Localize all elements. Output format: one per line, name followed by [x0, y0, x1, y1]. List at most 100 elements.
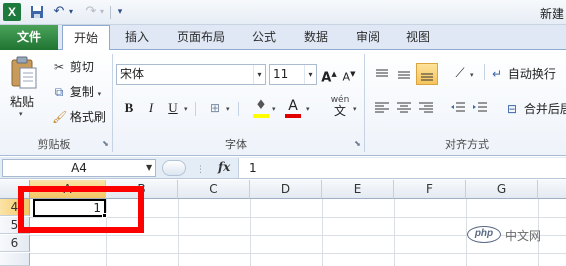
- tab-data[interactable]: 数据: [298, 25, 334, 50]
- orientation-icon[interactable]: ⟋: [450, 64, 470, 84]
- column-header-h[interactable]: [538, 180, 566, 199]
- title-bar: X ↶ ▾ ↷ ▾ ▾ 新建: [0, 0, 566, 25]
- increase-indent-button[interactable]: [470, 98, 490, 118]
- merge-center-button[interactable]: ⊟ 合并后居: [504, 100, 566, 117]
- font-launcher-icon[interactable]: ⬊: [353, 139, 362, 148]
- fill-color-swatch: [253, 114, 269, 118]
- gridline: [178, 199, 179, 266]
- ribbon-tab-row: 文件 开始 插入 页面布局 公式 数据 审阅 视图: [0, 25, 566, 51]
- align-center-button[interactable]: [394, 98, 414, 118]
- underline-dropdown-icon[interactable]: ▾: [184, 105, 188, 113]
- phonetic-guide-button[interactable]: wén 文: [328, 96, 352, 120]
- watermark-text: 中文网: [505, 229, 542, 243]
- underline-button[interactable]: U: [164, 98, 182, 118]
- font-color-swatch: [285, 114, 301, 118]
- gridline: [30, 253, 566, 254]
- grow-font-icon: A: [321, 70, 332, 86]
- ribbon-home: 粘贴 ▾ ✂ 剪切 ⧉ 复制 ▾ 🖌 格式刷 剪贴板 ⬊ 宋体 ▾ 11 ▾ A…: [0, 50, 566, 156]
- formula-bar: A4 ▼ ⋮ fx 1: [0, 157, 566, 179]
- tab-home[interactable]: 开始: [62, 25, 110, 51]
- bold-button[interactable]: B: [120, 98, 138, 118]
- chevron-down-icon[interactable]: ▾: [253, 65, 265, 84]
- paste-button[interactable]: [8, 56, 38, 92]
- font-color-icon: A: [288, 98, 298, 114]
- fill-color-button[interactable]: ♦: [252, 98, 270, 118]
- shrink-font-button[interactable]: A▼: [340, 64, 358, 84]
- align-left-button[interactable]: [372, 98, 392, 118]
- alignment-group-label: 对齐方式: [445, 138, 489, 151]
- font-name-select[interactable]: 宋体 ▾: [116, 64, 266, 85]
- redo-dropdown-icon[interactable]: ▾: [97, 3, 107, 21]
- window-title: 新建: [539, 7, 564, 21]
- column-header-d[interactable]: D: [250, 180, 322, 199]
- copy-label: 复制: [69, 85, 94, 99]
- format-painter-label: 格式刷: [69, 110, 106, 124]
- tab-view[interactable]: 视图: [400, 25, 436, 50]
- merge-cells-icon: ⊟: [506, 102, 518, 116]
- column-header-c[interactable]: C: [178, 180, 250, 199]
- align-middle-button[interactable]: [394, 64, 414, 84]
- tab-insert[interactable]: 插入: [118, 25, 156, 50]
- row-header-7[interactable]: [0, 253, 30, 266]
- save-icon[interactable]: [28, 3, 46, 21]
- insert-function-icon[interactable]: fx: [218, 160, 230, 174]
- phonetic-dropdown-icon[interactable]: ▾: [353, 105, 357, 113]
- excel-logo-icon: X: [3, 3, 21, 21]
- increase-indent-icon: [473, 102, 487, 112]
- decrease-indent-icon: [451, 102, 465, 112]
- group-separator: [364, 54, 365, 152]
- gridline: [394, 199, 395, 266]
- qat-separator: [110, 6, 111, 19]
- align-right-icon: [419, 102, 433, 113]
- font-size-select[interactable]: 11 ▾: [269, 64, 317, 85]
- fill-color-dropdown-icon[interactable]: ▾: [272, 105, 276, 113]
- grow-font-button[interactable]: A▲: [320, 64, 338, 86]
- tab-formulas[interactable]: 公式: [246, 25, 282, 50]
- customize-qat-icon[interactable]: ▾: [114, 3, 126, 21]
- borders-dropdown-icon[interactable]: ▾: [226, 105, 230, 113]
- align-top-button[interactable]: [372, 64, 392, 84]
- separator: [238, 102, 239, 116]
- tab-review[interactable]: 审阅: [350, 25, 386, 50]
- name-box[interactable]: A4: [2, 159, 156, 177]
- formula-bar-resize-handle[interactable]: [162, 160, 186, 176]
- chevron-down-icon[interactable]: ▾: [304, 65, 316, 84]
- decrease-indent-button[interactable]: [448, 98, 468, 118]
- group-separator: [112, 54, 113, 152]
- format-painter-button[interactable]: 🖌 格式刷: [52, 108, 106, 125]
- separator: [195, 102, 196, 116]
- clipboard-launcher-icon[interactable]: ⬊: [101, 139, 110, 148]
- copy-dropdown-icon[interactable]: ▾: [98, 90, 102, 98]
- column-header-f[interactable]: F: [394, 180, 466, 199]
- wrap-text-icon: ↵: [491, 67, 503, 81]
- undo-dropdown-icon[interactable]: ▾: [66, 3, 76, 21]
- column-header-e[interactable]: E: [322, 180, 394, 199]
- borders-icon[interactable]: ⊞: [206, 98, 224, 118]
- italic-button[interactable]: I: [142, 98, 160, 118]
- separator: [484, 64, 485, 80]
- align-top-icon: [376, 69, 388, 77]
- orientation-dropdown-icon[interactable]: ▾: [470, 71, 474, 79]
- align-middle-icon: [398, 71, 410, 79]
- paste-dropdown-icon[interactable]: ▾: [19, 110, 23, 118]
- align-right-button[interactable]: [416, 98, 436, 118]
- align-bottom-button[interactable]: [416, 63, 438, 85]
- copy-button[interactable]: ⧉ 复制 ▾: [52, 83, 101, 100]
- formula-bar-dots-icon: ⋮: [196, 165, 205, 175]
- font-color-button[interactable]: A: [284, 98, 302, 118]
- row-header-6[interactable]: 6: [0, 235, 30, 252]
- paste-icon: [11, 56, 37, 89]
- formula-input[interactable]: 1: [238, 158, 566, 178]
- paste-label[interactable]: 粘贴: [10, 93, 34, 110]
- column-header-g[interactable]: G: [466, 180, 538, 199]
- font-group-label: 字体: [225, 138, 247, 151]
- tab-file[interactable]: 文件: [0, 25, 58, 50]
- tab-page-layout[interactable]: 页面布局: [170, 25, 232, 50]
- font-color-dropdown-icon[interactable]: ▾: [306, 105, 310, 113]
- format-painter-icon: 🖌: [52, 110, 68, 124]
- cut-button[interactable]: ✂ 剪切: [52, 58, 94, 75]
- name-box-dropdown-icon[interactable]: ▼: [146, 159, 152, 177]
- shrink-font-icon: A: [342, 70, 351, 84]
- wrap-text-button[interactable]: ↵ 自动换行: [490, 65, 556, 82]
- gridline: [322, 199, 323, 266]
